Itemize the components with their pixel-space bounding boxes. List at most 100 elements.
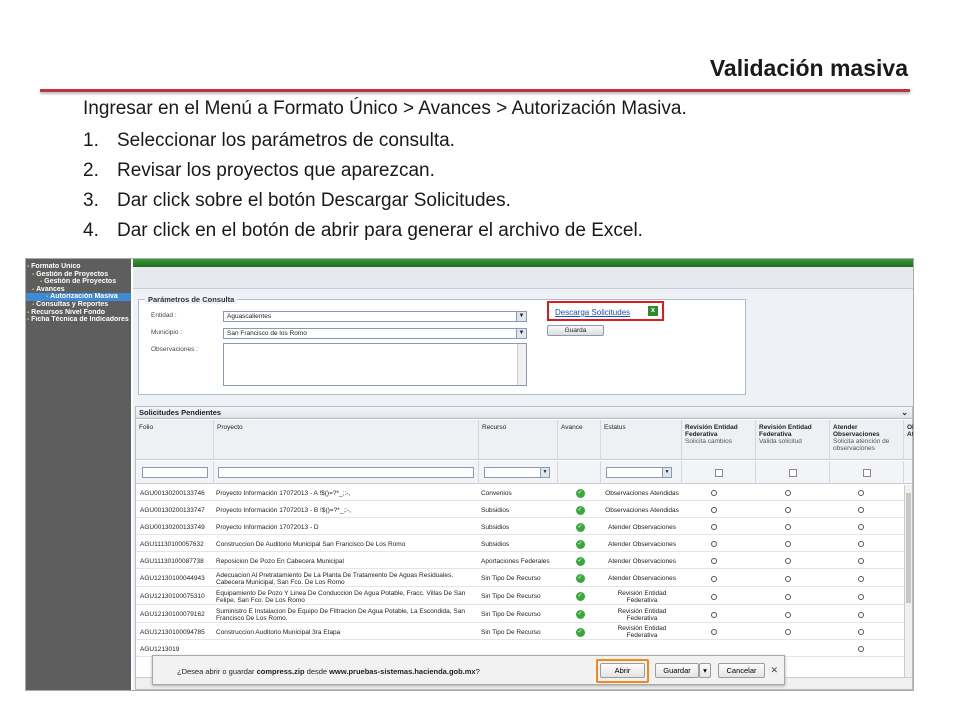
table-row[interactable]: AGU00130200133747 Proyecto Información 1… (136, 502, 904, 518)
scrollbar[interactable] (517, 344, 526, 385)
header-estatus[interactable]: Estatus (601, 420, 682, 460)
header-proyecto[interactable]: Proyecto (214, 420, 479, 460)
check-icon: ✓ (575, 488, 585, 498)
atender-observaciones-radio[interactable] (858, 524, 864, 530)
valida-solicitud-radio[interactable] (785, 507, 791, 513)
header-folio[interactable]: Folio (136, 420, 214, 460)
header-atender[interactable]: Atender Observaciones Solicita atención … (830, 420, 904, 460)
atender-observaciones-radio[interactable] (858, 646, 864, 652)
observaciones-textarea[interactable] (223, 343, 527, 386)
solicita-cambios-radio[interactable] (711, 524, 717, 530)
atender-observaciones-radio[interactable] (858, 575, 864, 582)
collapse-icon[interactable]: ⌄ (901, 407, 908, 419)
excel-icon[interactable]: x (648, 306, 658, 316)
municipio-select[interactable]: San Francisco de los Romo ▼ (223, 328, 527, 339)
solicita-cambios-radio[interactable] (711, 629, 717, 635)
table-row[interactable]: AGU12130100079162 Suministro E Instalaci… (136, 606, 904, 623)
valida-solicitud-radio[interactable] (785, 593, 791, 600)
solicita-cambios-radio[interactable] (711, 575, 717, 582)
solicita-cambios-radio[interactable] (711, 490, 717, 496)
solicita-cambios-radio[interactable] (711, 593, 717, 600)
close-icon[interactable]: ✕ (770, 665, 778, 676)
sidebar-item-gestion-proyectos[interactable]: Gestión de Proyectos (26, 271, 131, 279)
recurso-filter-select[interactable]: ▼ (484, 467, 550, 478)
check-icon: ✓ (575, 574, 585, 583)
sidebar-item-gestion-proyectos-sub[interactable]: Gestión de Proyectos (26, 278, 131, 286)
sub-bar (133, 267, 913, 289)
entidad-label: Entidad : (151, 312, 177, 319)
atender-observaciones-radio[interactable] (858, 611, 864, 618)
valida-solicitud-radio[interactable] (785, 490, 791, 496)
rev-entidad-checkbox[interactable] (715, 469, 723, 477)
abrir-button[interactable]: Abrir (600, 663, 645, 678)
grid-filter-row: ▼ ▼ (136, 461, 912, 484)
valida-solicitud-radio[interactable] (785, 629, 791, 635)
folio-cell: AGU11130100057632 (140, 540, 204, 548)
table-row[interactable]: AGU12130100075310 Equipamiento De Pozo Y… (136, 588, 904, 605)
proyecto-cell: Adecuacion Al Pretratamiento De La Plant… (216, 571, 454, 586)
step-item: 2. Revisar los proyectos que aparezcan. (83, 156, 643, 186)
valida-solicitud-radio[interactable] (785, 575, 791, 582)
atender-checkbox[interactable] (863, 469, 871, 477)
header-avance[interactable]: Avance (558, 420, 601, 460)
chevron-down-icon[interactable]: ▼ (516, 312, 526, 321)
header-rev-entidad-valida[interactable]: Revisión Entidad Federativa Valida solic… (756, 420, 830, 460)
folio-cell: AGU12130100075310 (140, 593, 205, 600)
sidebar-item-ficha-tecnica[interactable]: Ficha Técnica de Indicadores (26, 316, 131, 324)
atender-observaciones-radio[interactable] (858, 541, 864, 547)
valida-solicitud-radio[interactable] (785, 524, 791, 530)
grid-vertical-scrollbar[interactable] (904, 485, 912, 677)
valida-solicitud-radio[interactable] (785, 541, 791, 547)
guarda-button[interactable]: Guarda (547, 325, 604, 336)
sidebar-item-formato-unico[interactable]: Formato Único (26, 263, 131, 271)
estatus-cell: Atender Observaciones (608, 575, 676, 582)
valida-solicitud-radio[interactable] (785, 611, 791, 618)
table-row[interactable]: AGU12130100044943 Adecuacion Al Pretrata… (136, 570, 904, 587)
solicita-cambios-radio[interactable] (711, 541, 717, 547)
table-row[interactable]: AGU11130100057632 Construccion De Audito… (136, 536, 904, 552)
title-rule (40, 89, 910, 92)
atender-observaciones-radio[interactable] (858, 629, 864, 635)
estatus-cell: Atender Observaciones (608, 557, 676, 565)
atender-observaciones-radio[interactable] (858, 507, 864, 513)
header-rev-entidad[interactable]: Revisión Entidad Federativa Solicita cam… (682, 420, 756, 460)
scrollbar-thumb[interactable] (906, 493, 911, 603)
header-recurso[interactable]: Recurso (479, 420, 558, 460)
header-ob[interactable]: Ob At (904, 420, 913, 460)
rev-entidad-valida-checkbox[interactable] (789, 469, 797, 477)
chevron-down-icon[interactable]: ▼ (540, 468, 549, 477)
guardar-dropdown-button[interactable]: ▾ (699, 663, 711, 678)
download-prompt: ¿Desea abrir o guardar compress.zip desd… (177, 667, 480, 676)
proyecto-filter-input[interactable] (218, 467, 474, 478)
estatus-filter-select[interactable]: ▼ (606, 467, 672, 478)
table-row[interactable]: AGU11130100087738 Reposicion De Pozo En … (136, 553, 904, 569)
table-row[interactable]: AGU00130200133749 Proyecto Información 1… (136, 519, 904, 535)
params-legend: Parámetros de Consulta (145, 295, 238, 304)
atender-observaciones-radio[interactable] (858, 490, 864, 496)
sidebar-item-avances[interactable]: Avances (26, 286, 131, 294)
solicita-cambios-radio[interactable] (711, 558, 717, 564)
header-rev-entidad-title: Revisión Entidad Federativa (685, 424, 738, 438)
solicita-cambios-radio[interactable] (711, 507, 717, 513)
step-text: Seleccionar los parámetros de consulta. (117, 130, 455, 151)
estatus-cell: Atender Observaciones (608, 540, 676, 548)
check-icon: ✓ (575, 539, 585, 549)
atender-observaciones-radio[interactable] (858, 558, 864, 564)
table-row[interactable]: AGU00130200133746 Proyecto Información 1… (136, 485, 904, 501)
atender-observaciones-radio[interactable] (858, 593, 864, 600)
chevron-down-icon[interactable]: ▼ (516, 329, 526, 338)
cancelar-button[interactable]: Cancelar (718, 663, 765, 678)
chevron-down-icon[interactable]: ▼ (662, 468, 671, 477)
sidebar-item-autorizacion-masiva[interactable]: Autorización Masiva (26, 293, 131, 301)
guardar-button[interactable]: Guardar (655, 663, 699, 678)
solicita-cambios-radio[interactable] (711, 611, 717, 618)
entidad-select[interactable]: Aguascalientes ▼ (223, 311, 527, 322)
descarga-solicitudes-link[interactable]: Descarga Solicitudes (555, 308, 630, 317)
sidebar-item-recursos-nivel-fondo[interactable]: Recursos Nivel Fondo (26, 309, 131, 317)
grid-header: Folio Proyecto Recurso Avance Estatus Re… (136, 420, 913, 460)
table-row[interactable]: AGU12130100094785 Construccion Auditorio… (136, 624, 904, 640)
folio-filter-input[interactable] (142, 467, 208, 478)
sidebar-item-consultas-reportes[interactable]: Consultas y Reportes (26, 301, 131, 309)
app-screenshot: Formato Único Gestión de Proyectos Gesti… (25, 258, 914, 691)
valida-solicitud-radio[interactable] (785, 558, 791, 564)
